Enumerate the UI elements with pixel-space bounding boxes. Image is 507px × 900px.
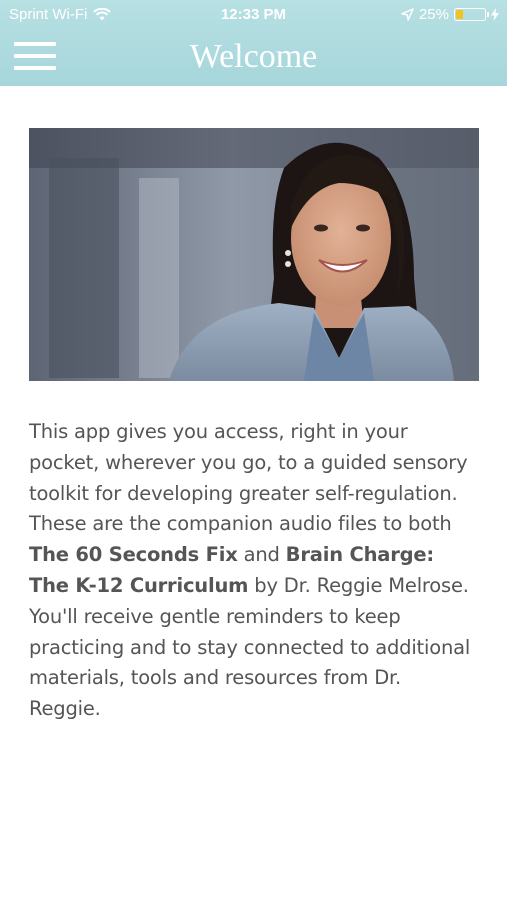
status-bar: Sprint Wi-Fi 12:33 PM 25%: [0, 0, 507, 30]
battery-cap: [487, 12, 489, 17]
description-part-1: This app gives you access, right in your…: [29, 420, 468, 536]
location-arrow-icon: [401, 8, 414, 21]
battery-percent: 25%: [418, 6, 449, 23]
app-header: Sprint Wi-Fi 12:33 PM 25% Welcome: [0, 0, 507, 86]
battery-icon: [454, 8, 489, 21]
book-title-60-seconds-fix: The 60 Seconds Fix: [29, 543, 238, 567]
status-right: 25%: [401, 6, 499, 23]
battery-fill: [456, 10, 463, 19]
portrait-photo: [29, 128, 479, 381]
description-part-2: and: [237, 543, 286, 567]
page-title: Welcome: [189, 38, 318, 75]
app-description: This app gives you access, right in your…: [29, 417, 474, 725]
portrait-illustration: [29, 128, 479, 381]
charging-bolt-icon: [491, 8, 499, 21]
